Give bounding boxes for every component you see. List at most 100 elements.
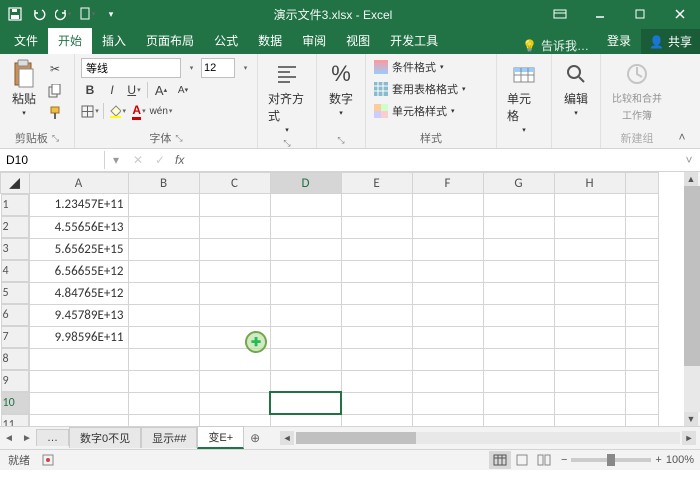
cell[interactable]	[625, 348, 658, 370]
tab-data[interactable]: 数据	[248, 28, 292, 54]
login-button[interactable]: 登录	[597, 28, 641, 54]
ribbon-options-icon[interactable]	[540, 0, 580, 28]
minimize-icon[interactable]	[580, 0, 620, 28]
cell[interactable]	[554, 326, 625, 348]
align-launcher-icon[interactable]: ⤡	[283, 138, 290, 149]
col-header[interactable]: H	[554, 173, 625, 194]
tab-formulas[interactable]: 公式	[204, 28, 248, 54]
zoom-level[interactable]: 100%	[666, 454, 694, 466]
cell[interactable]	[270, 304, 341, 326]
cell[interactable]	[483, 348, 554, 370]
share-button[interactable]: 👤共享	[641, 29, 700, 54]
cell[interactable]	[270, 326, 341, 348]
row-header[interactable]: 11	[1, 414, 29, 426]
sheet-tab-more[interactable]: …	[36, 429, 69, 446]
cell[interactable]	[412, 238, 483, 260]
cell[interactable]	[625, 238, 658, 260]
cell[interactable]	[554, 392, 625, 414]
cell[interactable]	[554, 216, 625, 238]
cell[interactable]	[29, 392, 128, 414]
fill-color-button[interactable]	[108, 102, 126, 120]
row-header[interactable]: 6	[1, 304, 29, 326]
cell[interactable]	[128, 260, 199, 282]
cell[interactable]	[341, 392, 412, 414]
name-box-input[interactable]	[0, 151, 105, 169]
cell[interactable]	[412, 282, 483, 304]
tab-view[interactable]: 视图	[336, 28, 380, 54]
cell[interactable]	[341, 260, 412, 282]
cell[interactable]	[483, 194, 554, 217]
font-name-dropdown[interactable]	[185, 59, 197, 77]
cell-styles-button[interactable]: 单元格样式▾	[372, 102, 490, 120]
tab-review[interactable]: 审阅	[292, 28, 336, 54]
italic-button[interactable]: I	[103, 81, 121, 99]
cell[interactable]	[625, 194, 658, 217]
maximize-icon[interactable]	[620, 0, 660, 28]
cell[interactable]: 4.84765E+12	[29, 282, 128, 304]
scroll-up-button[interactable]: ▲	[684, 172, 698, 186]
vscroll-track[interactable]	[684, 186, 700, 412]
cell[interactable]: 9.98596E+11	[29, 326, 128, 348]
cell[interactable]	[554, 238, 625, 260]
cell[interactable]	[483, 216, 554, 238]
cell[interactable]	[554, 282, 625, 304]
save-icon[interactable]	[4, 3, 26, 25]
font-name-input[interactable]	[81, 58, 181, 78]
tellme-button[interactable]: 💡告诉我…	[514, 37, 597, 54]
formula-bar-input[interactable]	[188, 151, 678, 169]
collapse-ribbon-icon[interactable]: ˄	[678, 130, 685, 144]
cell[interactable]	[483, 370, 554, 392]
cell[interactable]	[270, 238, 341, 260]
cell[interactable]	[270, 370, 341, 392]
cell[interactable]	[554, 348, 625, 370]
row-header[interactable]: 4	[1, 260, 29, 282]
cell[interactable]	[199, 304, 270, 326]
cell[interactable]	[483, 304, 554, 326]
cut-icon[interactable]: ✂	[46, 60, 64, 78]
paste-button[interactable]: 粘贴 ▾	[6, 58, 42, 119]
page-layout-view-button[interactable]	[511, 451, 533, 469]
row-header[interactable]: 2	[1, 216, 29, 238]
copy-icon[interactable]	[46, 82, 64, 100]
row-header[interactable]: 10	[1, 392, 29, 414]
zoom-thumb[interactable]	[607, 454, 615, 466]
cell[interactable]	[412, 348, 483, 370]
cell[interactable]	[341, 326, 412, 348]
new-sheet-icon[interactable]	[76, 3, 98, 25]
row-header[interactable]: 5	[1, 282, 29, 304]
cell[interactable]	[270, 414, 341, 426]
cell[interactable]	[625, 304, 658, 326]
col-header[interactable]: F	[412, 173, 483, 194]
cells-button[interactable]: 单元格▾	[503, 58, 545, 136]
close-icon[interactable]	[660, 0, 700, 28]
cell[interactable]	[483, 282, 554, 304]
zoom-out-button[interactable]: −	[561, 454, 567, 466]
cell[interactable]	[554, 414, 625, 426]
cell[interactable]	[412, 304, 483, 326]
cell[interactable]	[199, 392, 270, 414]
zoom-slider[interactable]	[571, 458, 651, 462]
cell[interactable]	[625, 414, 658, 426]
cell[interactable]	[341, 238, 412, 260]
qat-customize-icon[interactable]: ▾	[100, 3, 122, 25]
cell[interactable]	[412, 370, 483, 392]
row-header[interactable]: 1	[1, 194, 29, 216]
cell[interactable]	[270, 194, 341, 217]
col-header[interactable]: A	[29, 173, 128, 194]
cell-selected[interactable]	[270, 392, 341, 414]
cell[interactable]	[412, 326, 483, 348]
tab-dev[interactable]: 开发工具	[380, 28, 448, 54]
phonetic-button[interactable]: wén	[152, 102, 170, 120]
col-header[interactable]: E	[341, 173, 412, 194]
cell[interactable]	[199, 238, 270, 260]
new-sheet-button[interactable]: ⊕	[244, 431, 266, 445]
edit-button[interactable]: 编辑▾	[558, 58, 594, 119]
cell[interactable]	[341, 282, 412, 304]
cell[interactable]	[483, 260, 554, 282]
tab-layout[interactable]: 页面布局	[136, 28, 204, 54]
conditional-format-button[interactable]: 条件格式▾	[372, 58, 490, 76]
clipboard-launcher-icon[interactable]: ⤡	[52, 133, 59, 144]
sheet-tab-active[interactable]: 变E+	[197, 426, 244, 449]
cell[interactable]	[128, 282, 199, 304]
row-header[interactable]: 8	[1, 348, 29, 370]
